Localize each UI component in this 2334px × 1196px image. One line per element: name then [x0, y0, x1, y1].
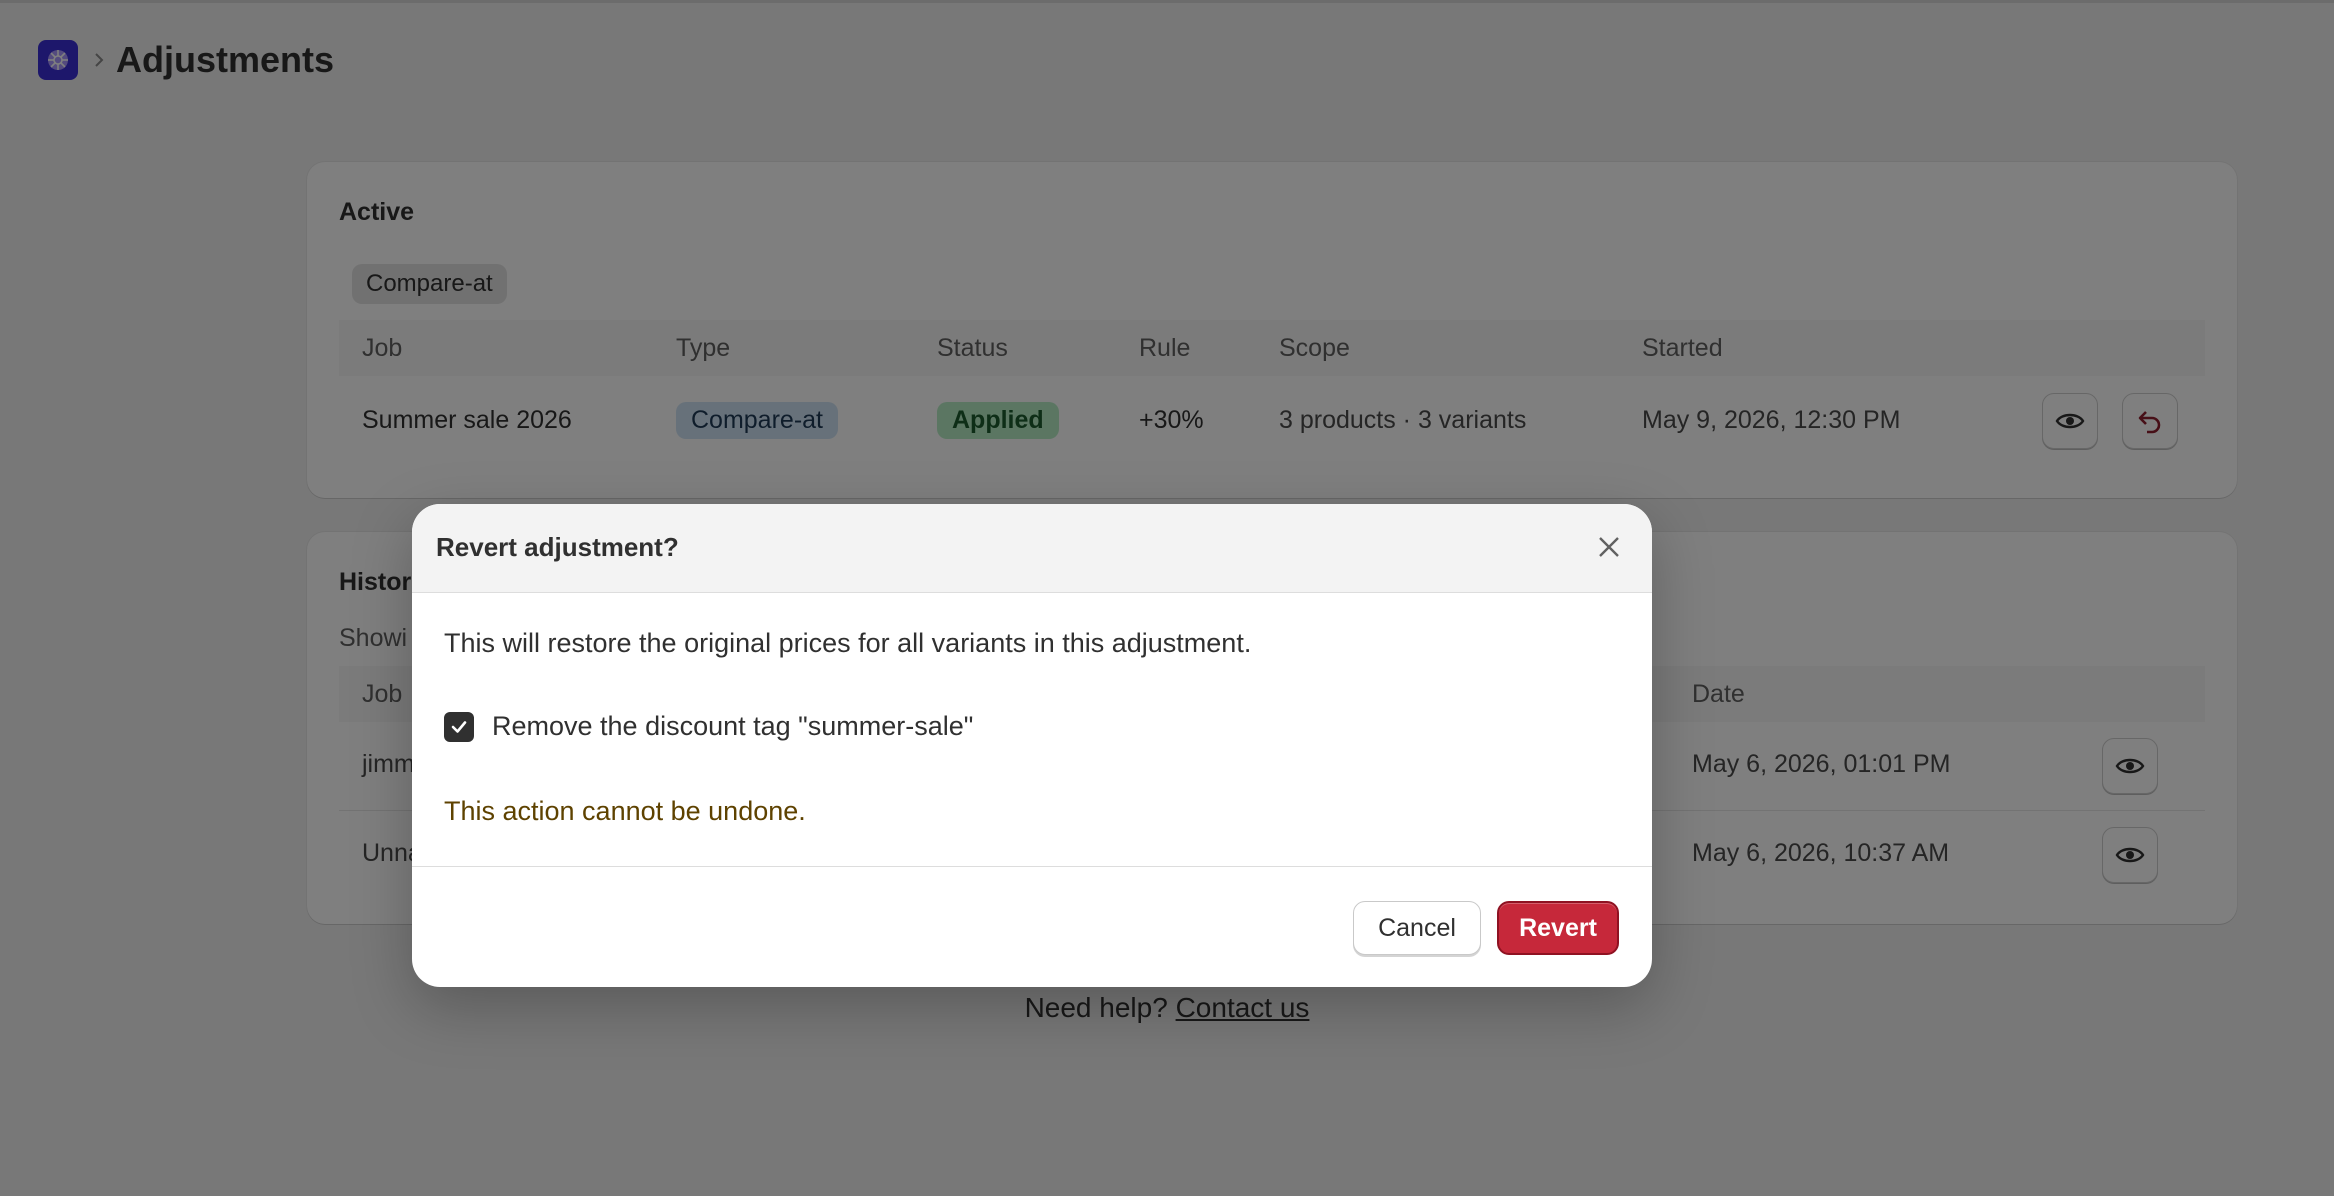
dialog-title: Revert adjustment? — [436, 532, 679, 562]
remove-tag-label[interactable]: Remove the discount tag "summer-sale" — [492, 711, 973, 742]
remove-tag-option[interactable]: Remove the discount tag "summer-sale" — [444, 711, 973, 742]
dialog-footer: Cancel Revert — [412, 866, 1652, 987]
cancel-button[interactable]: Cancel — [1353, 901, 1481, 955]
checkmark-icon — [449, 717, 469, 737]
dialog-message: This will restore the original prices fo… — [444, 628, 1252, 658]
close-icon — [1597, 535, 1621, 559]
warning-text: This action cannot be undone. — [444, 796, 806, 826]
revert-button[interactable]: Revert — [1497, 901, 1619, 955]
remove-tag-checkbox[interactable] — [444, 711, 474, 742]
dialog-header: Revert adjustment? — [412, 504, 1652, 593]
close-button[interactable] — [1588, 526, 1630, 568]
revert-adjustment-dialog: Revert adjustment? This will restore the… — [412, 504, 1652, 987]
